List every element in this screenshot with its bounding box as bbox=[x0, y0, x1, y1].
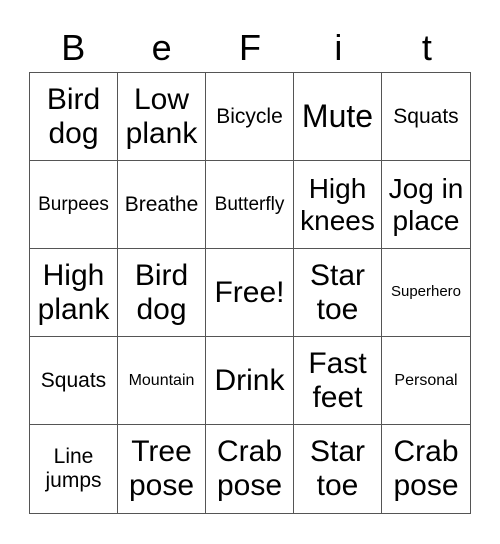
bingo-cell[interactable]: High plank bbox=[30, 249, 118, 337]
bingo-cell[interactable]: Drink bbox=[206, 337, 294, 425]
bingo-cell[interactable]: Tree pose bbox=[118, 425, 206, 513]
bingo-cell[interactable]: Squats bbox=[30, 337, 118, 425]
bingo-cell[interactable]: Line jumps bbox=[30, 425, 118, 513]
bingo-cell[interactable]: Mountain bbox=[118, 337, 206, 425]
title-letter: e bbox=[151, 27, 172, 68]
bingo-cell[interactable]: Star toe bbox=[294, 249, 382, 337]
bingo-card-grid: Bird dog Low plank Bicycle Mute Squats Burpee… bbox=[29, 72, 471, 514]
bingo-cell[interactable]: Crab pose bbox=[382, 425, 470, 513]
bingo-cell[interactable]: Free! bbox=[206, 249, 294, 337]
bingo-cell[interactable]: High knees bbox=[294, 161, 382, 249]
bingo-cell[interactable]: Superhero bbox=[382, 249, 470, 337]
bingo-cell[interactable]: Jog in place bbox=[382, 161, 470, 249]
bingo-title: B e F i t bbox=[29, 24, 471, 72]
bingo-cell[interactable]: Bird dog bbox=[30, 73, 118, 161]
bingo-cell[interactable]: Breathe bbox=[118, 161, 206, 249]
bingo-cell[interactable]: Burpees bbox=[30, 161, 118, 249]
bingo-cell[interactable]: Mute bbox=[294, 73, 382, 161]
bingo-cell[interactable]: Personal bbox=[382, 337, 470, 425]
title-letter: t bbox=[421, 27, 432, 68]
title-letter: F bbox=[239, 27, 262, 68]
title-letter: i bbox=[334, 27, 343, 68]
bingo-cell[interactable]: Low plank bbox=[118, 73, 206, 161]
title-letter: B bbox=[61, 27, 86, 68]
bingo-cell[interactable]: Star toe bbox=[294, 425, 382, 513]
bingo-cell[interactable]: Squats bbox=[382, 73, 470, 161]
bingo-cell[interactable]: Bicycle bbox=[206, 73, 294, 161]
bingo-cell[interactable]: Fast feet bbox=[294, 337, 382, 425]
bingo-cell[interactable]: Bird dog bbox=[118, 249, 206, 337]
bingo-cell[interactable]: Butterfly bbox=[206, 161, 294, 249]
bingo-cell[interactable]: Crab pose bbox=[206, 425, 294, 513]
